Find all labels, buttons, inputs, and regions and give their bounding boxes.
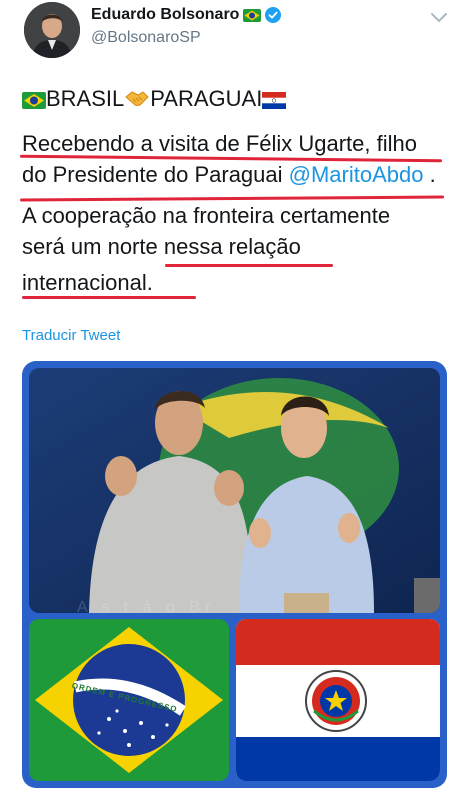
brazil-flag-icon bbox=[22, 92, 46, 109]
tweet-line-2-text: do Presidente do Paraguai bbox=[22, 162, 289, 187]
display-name[interactable]: Eduardo Bolsonaro bbox=[91, 6, 239, 24]
red-underline bbox=[165, 264, 333, 267]
translate-tweet-link[interactable]: Traducir Tweet bbox=[22, 327, 120, 344]
mention-link[interactable]: @MaritoAbdo bbox=[289, 162, 424, 187]
heading-paraguai: PARAGUAI bbox=[150, 86, 263, 111]
avatar-photo bbox=[24, 2, 80, 58]
photo[interactable]: A s t á o Br bbox=[29, 368, 440, 613]
wall-text: A s t á o Br bbox=[77, 599, 216, 613]
paraguay-flag-image[interactable] bbox=[236, 619, 440, 781]
tweet-line-2: do Presidente do Paraguai @MaritoAbdo . bbox=[22, 160, 436, 191]
tweet-line-2-end: . bbox=[423, 162, 436, 187]
handshake-icon bbox=[125, 91, 149, 106]
tweet-line-4-underlined: nessa relação bbox=[163, 234, 301, 259]
chevron-down-icon[interactable] bbox=[430, 12, 448, 24]
tweet-media[interactable]: A s t á o Br ORDEM E PROGRESSO bbox=[22, 361, 447, 788]
author-name-row: Eduardo Bolsonaro bbox=[91, 6, 282, 24]
paraguay-flag-icon bbox=[262, 92, 287, 109]
brazil-flag-icon bbox=[243, 8, 262, 22]
verified-badge-icon bbox=[265, 7, 282, 23]
heading-brasil: BRASIL bbox=[46, 86, 125, 111]
paraguay-seal-icon bbox=[305, 670, 367, 732]
red-underline bbox=[22, 296, 196, 299]
user-handle[interactable]: @BolsonaroSP bbox=[91, 29, 201, 47]
avatar[interactable] bbox=[24, 2, 80, 58]
tweet-line-4: será um norte nessa relação bbox=[22, 232, 301, 263]
photo-image bbox=[29, 368, 440, 613]
tweet-line-3: A cooperação na fronteira certamente bbox=[22, 203, 391, 228]
paraguay-flag bbox=[236, 619, 440, 781]
tweet-line-5: internacional. bbox=[22, 270, 153, 295]
tweet-line-4-text: será um norte bbox=[22, 234, 164, 259]
tweet-heading: BRASIL PARAGUAI bbox=[22, 84, 287, 115]
brazil-flag-image[interactable]: ORDEM E PROGRESSO bbox=[29, 619, 229, 781]
